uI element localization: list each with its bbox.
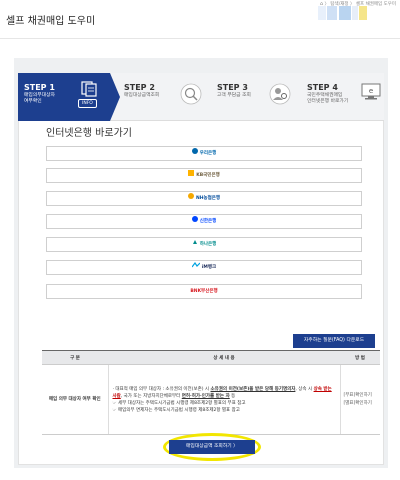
svg-text:e: e	[369, 87, 373, 95]
bank-link-shinhan[interactable]: 신한은행	[46, 214, 362, 229]
table-header: 상 세 내 용	[108, 350, 340, 365]
shinhan-bank-logo	[191, 215, 198, 228]
bank-link-kb[interactable]: KB국민은행	[46, 168, 362, 183]
step-number: STEP 3	[217, 83, 248, 92]
step-3[interactable]: STEP 3 고객 부담금 조회	[211, 73, 297, 121]
hana-bank-logo	[192, 238, 198, 251]
page-title: 셀프 채권매입 도우미	[6, 16, 96, 27]
detail-text: , 국가 또는 지방자치단체로부터	[120, 393, 182, 399]
detail-text: · 대표적 매입 의무 대상자 : 소유권의 이전(보존) 시	[112, 386, 211, 392]
detail-text: 등	[229, 393, 236, 399]
documents-icon	[81, 81, 97, 97]
bank-name: NH농협은행	[195, 196, 221, 201]
bank-name: KB국민은행	[196, 173, 220, 178]
section-title: 인터넷은행 바로가기	[46, 128, 132, 139]
faq-download-button[interactable]: 자주하는 질문(FAQ) 다운로드	[293, 334, 375, 348]
detail-text: , 상속 시	[295, 386, 314, 392]
table-cell-detail: · 대표적 매입 의무 대상자 : 소유권의 이전(보존) 시 소유권의 이전(…	[107, 364, 341, 435]
divider	[0, 38, 400, 39]
im-bank-logo	[191, 261, 201, 274]
detail-note: ☞ 세부 대상자는 주택도시기금법 시행령 제8조제2항 별표의 부표 참고	[112, 400, 246, 406]
step-description: 국민주택채권매입 인터넷은행 바로가기	[307, 93, 349, 104]
table-cell-method: [부표]확인하기 [별표]확인하기	[340, 364, 380, 435]
step-2[interactable]: STEP 2 매입대상금액조회	[118, 73, 208, 121]
bank-link-bnk[interactable]: BNK부산은행	[46, 284, 362, 299]
table-cell-type: 매입 의무 대상자 여부 확인	[42, 364, 108, 435]
magnifier-icon	[180, 83, 202, 105]
appendix-link[interactable]: [별표]확인하기	[344, 400, 378, 408]
bank-name: 신한은행	[199, 219, 217, 224]
bank-link-hana[interactable]: 하나은행	[46, 237, 362, 252]
detail-highlight: 소유권의 이전(보존)을 받은 당해 등기명의자	[210, 386, 296, 392]
bank-link-nh[interactable]: NH농협은행	[46, 191, 362, 206]
bank-name: BNK부산은행	[190, 289, 218, 294]
step-number: STEP 2	[124, 83, 155, 92]
info-table: 구 분 상 세 내 용 방 법 매입 의무 대상자 여부 확인 · 대표적 매입…	[42, 350, 380, 435]
step-description: 매입의무대상자 여부확인	[24, 93, 55, 104]
bank-link-woori[interactable]: 우리은행	[46, 146, 362, 161]
person-search-icon	[269, 83, 291, 105]
appendix-link[interactable]: [부표]확인하기	[344, 392, 378, 400]
woori-bank-logo	[191, 147, 198, 160]
header: ⌂ 〉 탐색/재정 〉 셀프 채권매입 도우미 셀프 채권매입 도우미	[0, 0, 400, 40]
step-description: 매입대상금액조회	[124, 93, 160, 98]
step-progress-bar: STEP 1 매입의무대상자 여부확인 INFO STEP 2 매입대상금액조회…	[18, 73, 384, 121]
step-description: 고객 부담금 조회	[217, 93, 251, 98]
step-number: STEP 4	[307, 83, 338, 92]
kb-bank-logo	[188, 169, 195, 182]
check-purchase-amount-button[interactable]: 매입대상금액 조회하기 〉	[169, 440, 255, 454]
step-4[interactable]: STEP 4 국민주택채권매입 인터넷은행 바로가기 e	[301, 73, 384, 121]
nh-bank-logo	[187, 192, 194, 205]
detail-highlight: 면허·허가·인가를 받는 자	[181, 393, 230, 399]
computer-icon: e	[361, 83, 381, 100]
bank-name: iM뱅크	[201, 265, 217, 270]
table-header: 구 분	[42, 350, 108, 365]
bank-name: 우리은행	[199, 151, 217, 156]
step-1[interactable]: STEP 1 매입의무대상자 여부확인 INFO	[18, 73, 120, 121]
step-number: STEP 1	[24, 83, 55, 92]
detail-note: ☞ 매입의무 면제자는 주택도시기금법 시행령 제8조제2항 별표 참고	[112, 407, 240, 413]
table-row: 매입 의무 대상자 여부 확인 · 대표적 매입 의무 대상자 : 소유권의 이…	[42, 364, 380, 435]
table-header: 방 법	[340, 350, 380, 365]
bank-link-im[interactable]: iM뱅크	[46, 260, 362, 275]
bank-name: 하나은행	[199, 242, 217, 247]
decorative-bars	[318, 6, 372, 20]
info-badge: INFO	[78, 99, 97, 108]
